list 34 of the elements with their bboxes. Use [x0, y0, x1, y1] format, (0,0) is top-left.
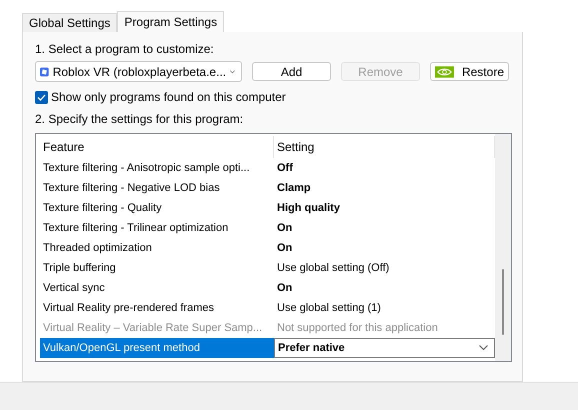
setting-cell-text: High quality [276, 201, 341, 216]
checkbox[interactable] [35, 90, 48, 104]
setting-cell-text: Clamp [276, 181, 312, 196]
feature-cell[interactable]: Vertical sync [40, 278, 274, 298]
feature-cell[interactable]: Threaded optimization [40, 238, 274, 258]
setting-dropdown[interactable]: Prefer native [274, 338, 495, 358]
setting-cell-text: On [276, 281, 294, 296]
setting-cell-text: Use global setting (1) [276, 301, 382, 316]
chevron-down-icon [230, 68, 235, 74]
feature-cell[interactable]: Texture filtering - Trilinear optimization [40, 218, 274, 238]
setting-cell-text: On [276, 221, 294, 236]
setting-cell-text: On [276, 241, 294, 256]
column-header[interactable]: Feature [40, 136, 274, 158]
chevron-down-icon [479, 345, 488, 351]
feature-cell[interactable]: Vulkan/OpenGL present method [40, 338, 274, 358]
step-label: 2. Specify the settings for this program: [35, 112, 244, 126]
step-label: 1. Select a program to customize: [35, 42, 215, 56]
action-button[interactable]: Add [252, 62, 331, 81]
checkmark-icon [37, 94, 46, 100]
eye-logo-icon [435, 66, 454, 78]
setting-cell-text: Not supported for this application [276, 321, 439, 336]
feature-cell[interactable]: Triple buffering [40, 258, 274, 278]
program-dropdown[interactable]: Roblox VR (robloxplayerbeta.e... [35, 61, 242, 82]
checkbox-label: Show only programs found on this computer [51, 90, 286, 104]
scrollbar[interactable] [495, 134, 511, 361]
tab[interactable]: Global Settings [22, 13, 118, 32]
setting-cell-text: Use global setting (Off) [276, 261, 390, 276]
action-button[interactable]: Restore [430, 62, 509, 81]
feature-cell[interactable]: Texture filtering - Quality [40, 198, 274, 218]
feature-cell[interactable]: Texture filtering - Negative LOD bias [40, 178, 274, 198]
feature-cell[interactable]: Texture filtering - Anisotropic sample opti... [40, 158, 274, 178]
feature-cell[interactable]: Virtual Reality pre-rendered frames [40, 298, 274, 318]
setting-cell-text: Off [276, 161, 294, 176]
tab[interactable]: Program Settings [117, 11, 224, 32]
